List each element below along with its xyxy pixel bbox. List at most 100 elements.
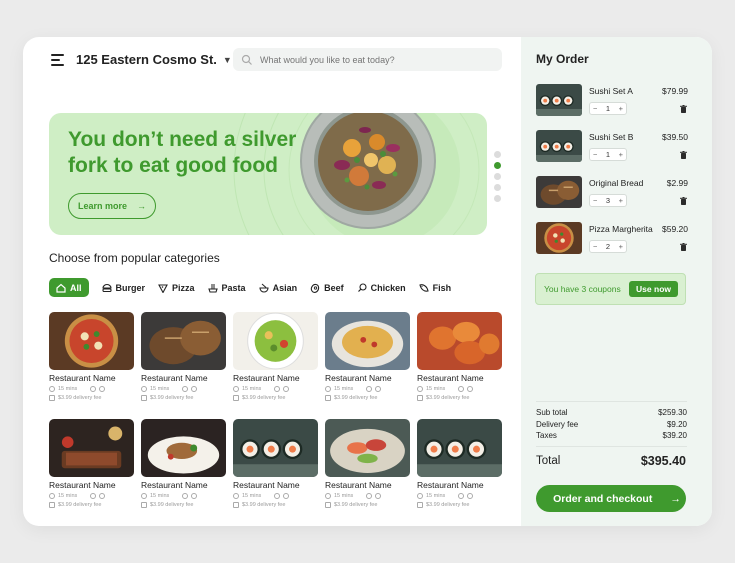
trash-icon[interactable] xyxy=(680,151,687,159)
info-icon[interactable] xyxy=(375,493,381,499)
info-icon[interactable] xyxy=(467,386,473,392)
restaurant-card[interactable]: Restaurant Name 15 mins $3.99 delivery f… xyxy=(417,419,502,517)
menu-icon[interactable] xyxy=(51,54,65,66)
search-bar[interactable] xyxy=(233,48,502,71)
carousel-dot[interactable] xyxy=(494,173,501,180)
order-item-image xyxy=(536,222,582,254)
increase-button[interactable]: + xyxy=(619,242,623,251)
clock-icon xyxy=(141,493,147,499)
favorite-icon[interactable] xyxy=(90,386,96,392)
restaurant-card[interactable]: Restaurant Name 15 mins $3.99 delivery f… xyxy=(233,312,318,410)
restaurant-card[interactable]: Restaurant Name 15 mins $3.99 delivery f… xyxy=(233,419,318,517)
info-icon[interactable] xyxy=(99,386,105,392)
delivery-time: 15 mins xyxy=(150,386,170,392)
taxes-row: Taxes $39.20 xyxy=(536,431,687,440)
restaurant-card[interactable]: Restaurant Name 15 mins $3.99 delivery f… xyxy=(141,419,226,517)
category-asian[interactable]: Asian xyxy=(259,278,297,297)
order-item-image xyxy=(536,176,582,208)
restaurant-name: Restaurant Name xyxy=(325,480,392,490)
learn-more-button[interactable]: Learn more → xyxy=(68,193,156,219)
favorite-icon[interactable] xyxy=(366,493,372,499)
increase-button[interactable]: + xyxy=(619,104,623,113)
restaurant-card[interactable]: Restaurant Name 15 mins $3.99 delivery f… xyxy=(49,312,134,410)
clock-icon xyxy=(325,493,331,499)
order-item-name: Original Bread xyxy=(589,178,644,188)
app-window: 125 Eastern Cosmo St. ▼ You don’t need a… xyxy=(23,37,712,526)
restaurant-name: Restaurant Name xyxy=(417,373,484,383)
order-title: My Order xyxy=(536,52,589,66)
divider xyxy=(536,446,687,447)
restaurant-meta: 15 mins xyxy=(417,493,473,499)
checkout-button[interactable]: Order and checkout → xyxy=(536,485,686,512)
favorite-icon[interactable] xyxy=(90,493,96,499)
category-chicken[interactable]: Chicken xyxy=(357,278,406,297)
category-label: Pizza xyxy=(172,282,195,293)
favorite-icon[interactable] xyxy=(274,386,280,392)
order-item-price: $79.99 xyxy=(662,86,688,96)
category-pasta[interactable]: Pasta xyxy=(207,278,246,297)
home-icon xyxy=(56,283,66,293)
restaurant-image xyxy=(233,419,318,477)
carousel-dot[interactable] xyxy=(494,151,501,158)
restaurant-card[interactable]: Restaurant Name 15 mins $3.99 delivery f… xyxy=(325,419,410,517)
restaurant-name: Restaurant Name xyxy=(233,373,300,383)
increase-button[interactable]: + xyxy=(619,150,623,159)
category-pizza[interactable]: Pizza xyxy=(158,278,195,297)
delivery-fee: $3.99 delivery fee xyxy=(242,395,286,401)
info-icon[interactable] xyxy=(283,386,289,392)
restaurant-card[interactable]: Restaurant Name 15 mins $3.99 delivery f… xyxy=(417,312,502,410)
hero-title: You don’t need a silver fork to eat good… xyxy=(68,128,297,177)
quantity-stepper: − 1 + xyxy=(589,148,627,161)
delivery-icon xyxy=(233,502,239,508)
info-icon[interactable] xyxy=(191,493,197,499)
clock-icon xyxy=(233,493,239,499)
info-icon[interactable] xyxy=(99,493,105,499)
favorite-icon[interactable] xyxy=(182,386,188,392)
info-icon[interactable] xyxy=(191,386,197,392)
taxes-value: $39.20 xyxy=(662,431,687,440)
category-all[interactable]: All xyxy=(49,278,89,297)
category-beef[interactable]: Beef xyxy=(310,278,344,297)
restaurant-image xyxy=(141,419,226,477)
delivery-icon xyxy=(325,502,331,508)
increase-button[interactable]: + xyxy=(619,196,623,205)
clock-icon xyxy=(49,386,55,392)
restaurant-image xyxy=(49,312,134,370)
favorite-icon[interactable] xyxy=(458,386,464,392)
delivery-fee: $3.99 delivery fee xyxy=(242,502,286,508)
favorite-icon[interactable] xyxy=(366,386,372,392)
order-item-name: Sushi Set B xyxy=(589,132,634,142)
delivery-icon xyxy=(233,395,239,401)
decrease-button[interactable]: − xyxy=(593,150,597,159)
coupon-banner: You have 3 coupons Use now xyxy=(535,273,686,305)
delivery-fee: $3.99 delivery fee xyxy=(150,395,194,401)
favorite-icon[interactable] xyxy=(274,493,280,499)
favorite-icon[interactable] xyxy=(182,493,188,499)
info-icon[interactable] xyxy=(467,493,473,499)
category-label: Beef xyxy=(324,282,344,293)
restaurant-card[interactable]: Restaurant Name 15 mins $3.99 delivery f… xyxy=(325,312,410,410)
order-item-image xyxy=(536,84,582,116)
favorite-icon[interactable] xyxy=(458,493,464,499)
category-fish[interactable]: Fish xyxy=(418,278,451,297)
carousel-dot[interactable] xyxy=(494,195,501,202)
categories-heading: Choose from popular categories xyxy=(49,251,220,265)
category-burger[interactable]: Burger xyxy=(101,278,145,297)
address-selector[interactable]: 125 Eastern Cosmo St. ▼ xyxy=(76,52,232,67)
trash-icon[interactable] xyxy=(680,243,687,251)
search-input[interactable] xyxy=(260,54,490,65)
decrease-button[interactable]: − xyxy=(593,196,597,205)
restaurant-image xyxy=(325,312,410,370)
restaurant-card[interactable]: Restaurant Name 15 mins $3.99 delivery f… xyxy=(141,312,226,410)
restaurant-card[interactable]: Restaurant Name 15 mins $3.99 delivery f… xyxy=(49,419,134,517)
carousel-dot[interactable] xyxy=(494,184,501,191)
decrease-button[interactable]: − xyxy=(593,104,597,113)
coupon-text: You have 3 coupons xyxy=(544,284,621,294)
use-coupon-button[interactable]: Use now xyxy=(629,281,678,297)
carousel-dot-active[interactable] xyxy=(494,162,501,169)
trash-icon[interactable] xyxy=(680,197,687,205)
decrease-button[interactable]: − xyxy=(593,242,597,251)
info-icon[interactable] xyxy=(283,493,289,499)
trash-icon[interactable] xyxy=(680,105,687,113)
info-icon[interactable] xyxy=(375,386,381,392)
